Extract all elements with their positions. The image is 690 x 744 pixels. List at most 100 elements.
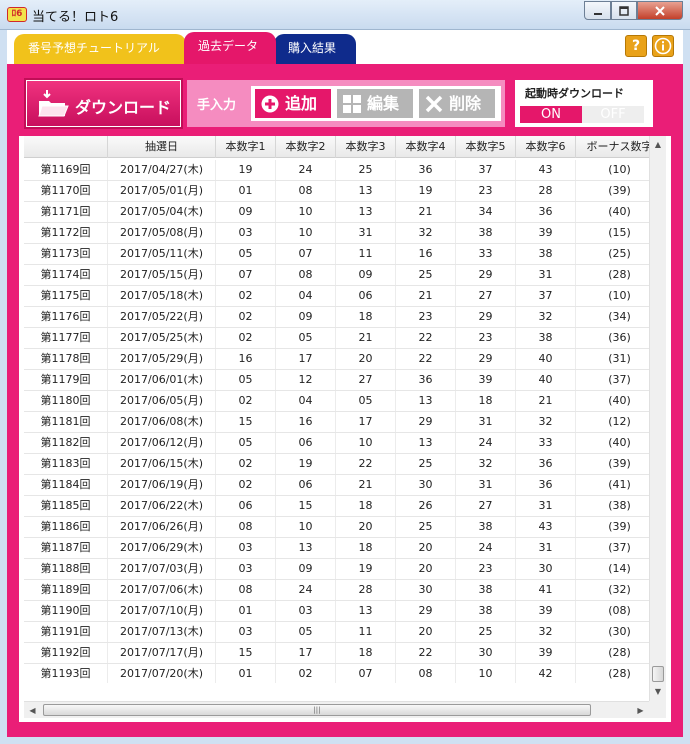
- table-row[interactable]: 第1190回 2017/07/10(月) 01 03 13 29 38 39 (08): [24, 601, 649, 622]
- cell-date: 2017/06/26(月): [108, 517, 216, 537]
- cell-num3: 17: [336, 412, 396, 432]
- cell-num4: 26: [396, 496, 456, 516]
- table-row[interactable]: 第1187回 2017/06/29(木) 03 13 18 20 24 31 (37): [24, 538, 649, 559]
- table-row[interactable]: 第1179回 2017/06/01(木) 05 12 27 36 39 40 (37): [24, 370, 649, 391]
- table-row[interactable]: 第1192回 2017/07/17(月) 15 17 18 22 30 39 (28): [24, 643, 649, 664]
- cell-num5: 29: [456, 349, 516, 369]
- toggle-off[interactable]: OFF: [582, 106, 644, 123]
- column-header-num5[interactable]: 本数字5: [456, 136, 516, 158]
- column-header-num3[interactable]: 本数字3: [336, 136, 396, 158]
- cell-num3: 20: [336, 349, 396, 369]
- cell-num3: 07: [336, 664, 396, 683]
- app-icon: ﾛ6: [7, 7, 27, 22]
- vertical-scrollbar[interactable]: ▲ ▼: [649, 136, 666, 702]
- cell-num5: 27: [456, 496, 516, 516]
- table-row[interactable]: 第1182回 2017/06/12(月) 05 06 10 13 24 33 (40): [24, 433, 649, 454]
- horizontal-scrollbar[interactable]: ◀ ||| ▶: [24, 701, 649, 718]
- column-header-num6[interactable]: 本数字6: [516, 136, 576, 158]
- cell-round: 第1173回: [24, 244, 108, 264]
- minimize-button[interactable]: [584, 1, 611, 20]
- horizontal-scroll-thumb[interactable]: |||: [43, 704, 591, 716]
- tab-past-data[interactable]: 過去データ: [184, 32, 276, 64]
- maximize-button[interactable]: [611, 1, 637, 20]
- delete-button[interactable]: 削除: [419, 89, 495, 118]
- table-row[interactable]: 第1186回 2017/06/26(月) 08 10 20 25 38 43 (39): [24, 517, 649, 538]
- table-row[interactable]: 第1169回 2017/04/27(木) 19 24 25 36 37 43 (10): [24, 160, 649, 181]
- table-row[interactable]: 第1193回 2017/07/20(木) 01 02 07 08 10 42 (28): [24, 664, 649, 683]
- scroll-up-arrow-icon[interactable]: ▲: [650, 136, 666, 153]
- table-row[interactable]: 第1183回 2017/06/15(木) 02 19 22 25 32 36 (39): [24, 454, 649, 475]
- table-row[interactable]: 第1178回 2017/05/29(月) 16 17 20 22 29 40 (31): [24, 349, 649, 370]
- cell-num5: 25: [456, 622, 516, 642]
- cell-date: 2017/05/01(月): [108, 181, 216, 201]
- cell-num1: 08: [216, 517, 276, 537]
- cell-num2: 10: [276, 223, 336, 243]
- cell-bonus: (14): [576, 559, 649, 579]
- cell-num4: 22: [396, 328, 456, 348]
- table-row[interactable]: 第1185回 2017/06/22(木) 06 15 18 26 27 31 (38): [24, 496, 649, 517]
- cell-round: 第1190回: [24, 601, 108, 621]
- tab-purchase-results[interactable]: 購入結果: [274, 34, 356, 64]
- table-row[interactable]: 第1177回 2017/05/25(木) 02 05 21 22 23 38 (36): [24, 328, 649, 349]
- table-row[interactable]: 第1181回 2017/06/08(木) 15 16 17 29 31 32 (12): [24, 412, 649, 433]
- scroll-left-arrow-icon[interactable]: ◀: [24, 702, 41, 719]
- cell-round: 第1184回: [24, 475, 108, 495]
- column-header-num2[interactable]: 本数字2: [276, 136, 336, 158]
- table-row[interactable]: 第1184回 2017/06/19(月) 02 06 21 30 31 36 (41): [24, 475, 649, 496]
- column-header-date[interactable]: 抽選日: [108, 136, 216, 158]
- vertical-scroll-thumb[interactable]: [652, 666, 664, 682]
- manual-entry-group: 手入力 追加 編集 削除: [187, 80, 505, 127]
- table-row[interactable]: 第1189回 2017/07/06(木) 08 24 28 30 38 41 (32): [24, 580, 649, 601]
- tab-tutorial[interactable]: 番号予想チュートリアル: [14, 34, 186, 64]
- table-row[interactable]: 第1191回 2017/07/13(木) 03 05 11 20 25 32 (30): [24, 622, 649, 643]
- plus-circle-icon: [261, 95, 279, 113]
- info-button[interactable]: [652, 35, 674, 57]
- column-header-round[interactable]: [24, 136, 108, 158]
- maximize-icon: [619, 6, 629, 16]
- table-row[interactable]: 第1174回 2017/05/15(月) 07 08 09 25 29 31 (28): [24, 265, 649, 286]
- close-button[interactable]: [637, 1, 683, 20]
- table-row[interactable]: 第1175回 2017/05/18(木) 02 04 06 21 27 37 (10): [24, 286, 649, 307]
- cell-bonus: (28): [576, 643, 649, 663]
- add-button[interactable]: 追加: [255, 89, 331, 118]
- help-button[interactable]: ?: [625, 35, 647, 57]
- cell-date: 2017/05/29(月): [108, 349, 216, 369]
- cell-num3: 18: [336, 643, 396, 663]
- table-row[interactable]: 第1171回 2017/05/04(木) 09 10 13 21 34 36 (40): [24, 202, 649, 223]
- cell-num3: 21: [336, 328, 396, 348]
- table-row[interactable]: 第1173回 2017/05/11(木) 05 07 11 16 33 38 (25): [24, 244, 649, 265]
- cell-num5: 37: [456, 160, 516, 180]
- cell-date: 2017/07/06(木): [108, 580, 216, 600]
- table-row[interactable]: 第1180回 2017/06/05(月) 02 04 05 13 18 21 (40): [24, 391, 649, 412]
- column-header-num4[interactable]: 本数字4: [396, 136, 456, 158]
- toggle-on[interactable]: ON: [520, 106, 582, 123]
- download-button[interactable]: ダウンロード: [24, 78, 183, 129]
- edit-label: 編集: [367, 94, 400, 113]
- cell-num5: 29: [456, 307, 516, 327]
- scroll-down-arrow-icon[interactable]: ▼: [650, 683, 666, 700]
- window-title: 当てる！ロト6: [32, 10, 119, 25]
- scrollbar-corner: [649, 701, 666, 718]
- table-header: 抽選日 本数字1 本数字2 本数字3 本数字4 本数字5 本数字6 ボーナス数字: [24, 136, 649, 158]
- cell-num4: 29: [396, 412, 456, 432]
- cell-num5: 23: [456, 181, 516, 201]
- edit-button[interactable]: 編集: [337, 89, 413, 118]
- table-row[interactable]: 第1172回 2017/05/08(月) 03 10 31 32 38 39 (15): [24, 223, 649, 244]
- cell-bonus: (41): [576, 475, 649, 495]
- cell-num5: 24: [456, 433, 516, 453]
- startup-download-setting: 起動時ダウンロード ON OFF: [515, 80, 653, 127]
- column-header-bonus[interactable]: ボーナス数字: [576, 136, 650, 158]
- cell-date: 2017/07/20(木): [108, 664, 216, 683]
- scroll-right-arrow-icon[interactable]: ▶: [632, 702, 649, 719]
- cell-num3: 22: [336, 454, 396, 474]
- table-row[interactable]: 第1170回 2017/05/01(月) 01 08 13 19 23 28 (39): [24, 181, 649, 202]
- grid-icon: [343, 95, 361, 113]
- cell-num4: 25: [396, 517, 456, 537]
- cell-round: 第1170回: [24, 181, 108, 201]
- cell-date: 2017/06/01(木): [108, 370, 216, 390]
- table-row[interactable]: 第1176回 2017/05/22(月) 02 09 18 23 29 32 (34): [24, 307, 649, 328]
- cell-num4: 16: [396, 244, 456, 264]
- table-row[interactable]: 第1188回 2017/07/03(月) 03 09 19 20 23 30 (14): [24, 559, 649, 580]
- column-header-num1[interactable]: 本数字1: [216, 136, 276, 158]
- cell-num2: 15: [276, 496, 336, 516]
